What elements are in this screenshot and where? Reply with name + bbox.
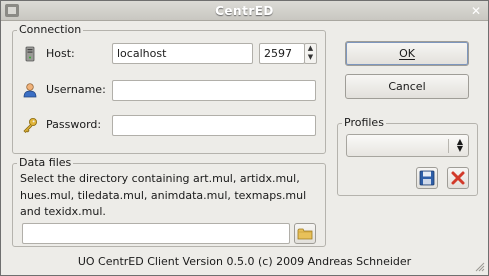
server-icon bbox=[25, 46, 35, 62]
combo-separator bbox=[448, 139, 449, 153]
host-label: Host: bbox=[46, 47, 75, 60]
folder-icon bbox=[297, 228, 313, 240]
profiles-legend: Profiles bbox=[342, 116, 386, 129]
window-title: CentrED bbox=[215, 4, 274, 18]
delete-x-icon bbox=[451, 171, 465, 185]
data-files-description: Select the directory containing art.mul,… bbox=[20, 172, 307, 218]
data-files-legend: Data files bbox=[17, 156, 74, 169]
profiles-select[interactable]: ▲ ▼ bbox=[346, 134, 469, 157]
title-bar[interactable]: CentrED ✕ bbox=[1, 1, 488, 21]
floppy-save-icon bbox=[419, 170, 435, 186]
data-path-input[interactable] bbox=[22, 223, 290, 244]
key-icon bbox=[23, 118, 37, 133]
host-input[interactable]: localhost bbox=[112, 43, 253, 64]
cancel-button-label: Cancel bbox=[388, 80, 426, 93]
port-input[interactable]: 2597 bbox=[259, 43, 305, 64]
dialog-window: CentrED ✕ Connection Host: localhost 259… bbox=[0, 0, 489, 276]
password-field[interactable] bbox=[112, 115, 316, 136]
chevron-down-icon[interactable]: ▼ bbox=[305, 53, 316, 62]
connection-legend: Connection bbox=[17, 23, 84, 36]
save-profile-button[interactable] bbox=[416, 167, 438, 189]
port-stepper[interactable]: ▲ ▼ bbox=[304, 43, 317, 64]
user-icon bbox=[23, 83, 37, 98]
resize-grip-icon[interactable] bbox=[474, 261, 485, 272]
browse-button[interactable] bbox=[294, 223, 316, 244]
delete-profile-button[interactable] bbox=[447, 167, 469, 189]
ok-button[interactable]: OK bbox=[345, 41, 469, 66]
close-icon[interactable]: ✕ bbox=[469, 4, 483, 18]
username-field[interactable] bbox=[112, 80, 316, 101]
chevron-up-icon[interactable]: ▲ bbox=[305, 44, 316, 53]
combo-arrows-icon: ▲ ▼ bbox=[456, 137, 463, 153]
version-statusbar: UO CentrED Client Version 0.5.0 (c) 2009… bbox=[77, 255, 412, 268]
username-label: Username: bbox=[46, 83, 106, 96]
cancel-button[interactable]: Cancel bbox=[345, 74, 469, 99]
password-label: Password: bbox=[46, 118, 102, 131]
ok-button-label: OK bbox=[399, 47, 415, 60]
